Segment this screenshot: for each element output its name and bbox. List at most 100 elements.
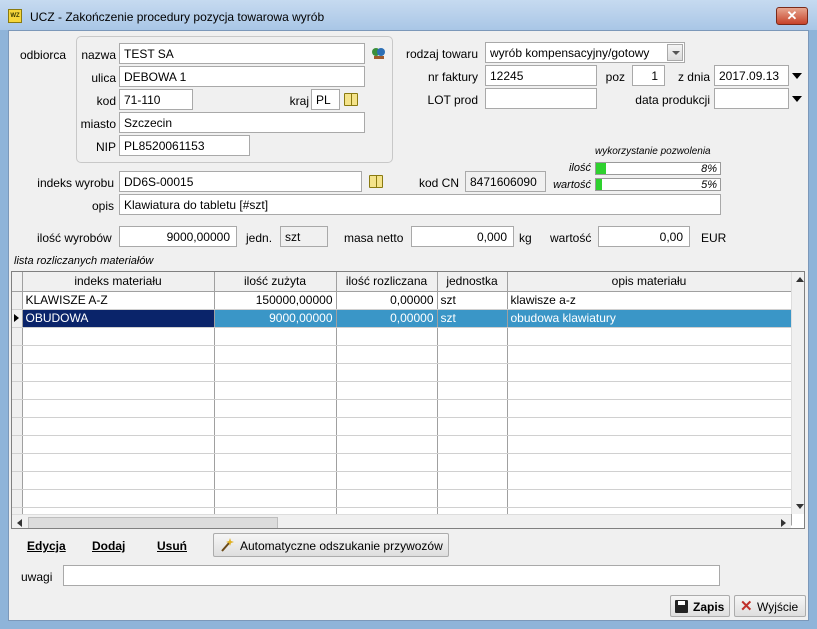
- empty-cell[interactable]: [22, 363, 215, 382]
- table-row-empty[interactable]: [12, 345, 792, 364]
- auto-search-button[interactable]: Automatyczne odszukanie przywozów: [213, 533, 449, 557]
- empty-cell[interactable]: [437, 471, 508, 490]
- column-header[interactable]: jednostka: [437, 272, 508, 292]
- empty-cell[interactable]: [214, 345, 337, 364]
- cell-ilosc-zuzyta[interactable]: 150000,00000: [214, 291, 337, 310]
- scroll-down-button[interactable]: [792, 498, 804, 514]
- edycja-link[interactable]: Edycja: [27, 539, 66, 553]
- usun-link[interactable]: Usuń: [157, 539, 187, 553]
- rodzaj-dropdown-icon[interactable]: [667, 44, 683, 61]
- ulica-field[interactable]: DEBOWA 1: [119, 66, 365, 87]
- table-row-empty[interactable]: [12, 435, 792, 454]
- column-header[interactable]: ilość rozliczana: [336, 272, 438, 292]
- empty-cell[interactable]: [507, 453, 792, 472]
- search-client-icon[interactable]: [370, 45, 387, 62]
- table-row-empty[interactable]: [12, 489, 792, 508]
- cell-jednostka[interactable]: szt: [437, 309, 508, 328]
- uwagi-field[interactable]: [63, 565, 720, 586]
- empty-cell[interactable]: [507, 417, 792, 436]
- table-row-empty[interactable]: [12, 417, 792, 436]
- empty-cell[interactable]: [507, 363, 792, 382]
- empty-cell[interactable]: [336, 345, 438, 364]
- indeks-lookup-icon[interactable]: [369, 175, 383, 188]
- cell-indeks[interactable]: OBUDOWA: [22, 309, 215, 328]
- miasto-field[interactable]: Szczecin: [119, 112, 365, 133]
- cell-ilosc-zuzyta[interactable]: 9000,00000: [214, 309, 337, 328]
- empty-cell[interactable]: [336, 489, 438, 508]
- empty-cell[interactable]: [214, 435, 337, 454]
- empty-cell[interactable]: [22, 435, 215, 454]
- empty-cell[interactable]: [507, 489, 792, 508]
- cell-ilosc-rozliczana[interactable]: 0,00000: [336, 309, 438, 328]
- table-row-empty[interactable]: [12, 327, 792, 346]
- grid-horizontal-scrollbar[interactable]: [12, 514, 791, 528]
- nazwa-field[interactable]: TEST SA: [119, 43, 365, 64]
- empty-cell[interactable]: [22, 417, 215, 436]
- table-row[interactable]: KLAWISZE A-Z 150000,00000 0,00000 szt kl…: [12, 291, 792, 310]
- lot-field[interactable]: [485, 88, 597, 109]
- column-header[interactable]: opis materiału: [507, 272, 792, 292]
- scroll-thumb[interactable]: [28, 517, 278, 528]
- empty-cell[interactable]: [437, 399, 508, 418]
- empty-cell[interactable]: [336, 363, 438, 382]
- cell-indeks[interactable]: KLAWISZE A-Z: [22, 291, 215, 310]
- empty-cell[interactable]: [437, 345, 508, 364]
- empty-cell[interactable]: [22, 471, 215, 490]
- empty-cell[interactable]: [214, 453, 337, 472]
- table-row-empty[interactable]: [12, 471, 792, 490]
- empty-cell[interactable]: [22, 453, 215, 472]
- empty-cell[interactable]: [437, 417, 508, 436]
- column-header[interactable]: ilość zużyta: [214, 272, 337, 292]
- empty-cell[interactable]: [22, 489, 215, 508]
- dodaj-link[interactable]: Dodaj: [92, 539, 125, 553]
- data-prod-field[interactable]: [714, 88, 789, 109]
- empty-cell[interactable]: [437, 381, 508, 400]
- cell-opis[interactable]: klawisze a-z: [507, 291, 792, 310]
- empty-cell[interactable]: [336, 417, 438, 436]
- empty-cell[interactable]: [507, 399, 792, 418]
- empty-cell[interactable]: [437, 363, 508, 382]
- exit-button[interactable]: ✕ Wyjście: [734, 595, 806, 617]
- table-row-selected[interactable]: OBUDOWA 9000,00000 0,00000 szt obudowa k…: [12, 309, 792, 328]
- empty-cell[interactable]: [22, 345, 215, 364]
- empty-cell[interactable]: [437, 327, 508, 346]
- empty-cell[interactable]: [507, 327, 792, 346]
- table-row-empty[interactable]: [12, 381, 792, 400]
- nr-faktury-field[interactable]: 12245: [485, 65, 597, 86]
- empty-cell[interactable]: [214, 417, 337, 436]
- save-button[interactable]: Zapis: [670, 595, 730, 617]
- scroll-up-button[interactable]: [792, 272, 804, 288]
- empty-cell[interactable]: [22, 399, 215, 418]
- grid-vertical-scrollbar[interactable]: [791, 272, 804, 514]
- empty-cell[interactable]: [22, 381, 215, 400]
- materials-grid[interactable]: indeks materiału ilość zużyta ilość rozl…: [11, 271, 805, 529]
- empty-cell[interactable]: [437, 489, 508, 508]
- cell-jednostka[interactable]: szt: [437, 291, 508, 310]
- empty-cell[interactable]: [336, 399, 438, 418]
- empty-cell[interactable]: [507, 435, 792, 454]
- table-row-empty[interactable]: [12, 399, 792, 418]
- table-row-empty[interactable]: [12, 363, 792, 382]
- empty-cell[interactable]: [214, 399, 337, 418]
- cell-ilosc-rozliczana[interactable]: 0,00000: [336, 291, 438, 310]
- kraj-lookup-icon[interactable]: [344, 93, 358, 106]
- empty-cell[interactable]: [507, 345, 792, 364]
- empty-cell[interactable]: [336, 435, 438, 454]
- kod-field[interactable]: 71-110: [119, 89, 193, 110]
- empty-cell[interactable]: [214, 471, 337, 490]
- empty-cell[interactable]: [437, 435, 508, 454]
- empty-cell[interactable]: [336, 471, 438, 490]
- scroll-right-button[interactable]: [775, 515, 791, 528]
- kraj-field[interactable]: PL: [311, 89, 340, 110]
- rodzaj-select[interactable]: wyrób kompensacyjny/gotowy: [485, 42, 685, 63]
- empty-cell[interactable]: [437, 453, 508, 472]
- ilosc-wyrobow-field[interactable]: 9000,00000: [119, 226, 237, 247]
- masa-netto-field[interactable]: 0,000: [411, 226, 514, 247]
- empty-cell[interactable]: [507, 381, 792, 400]
- scroll-left-button[interactable]: [12, 515, 28, 528]
- z-dnia-field[interactable]: 2017.09.13: [714, 65, 789, 86]
- empty-cell[interactable]: [336, 453, 438, 472]
- empty-cell[interactable]: [214, 381, 337, 400]
- data-prod-dropdown-icon[interactable]: [792, 96, 802, 102]
- empty-cell[interactable]: [22, 327, 215, 346]
